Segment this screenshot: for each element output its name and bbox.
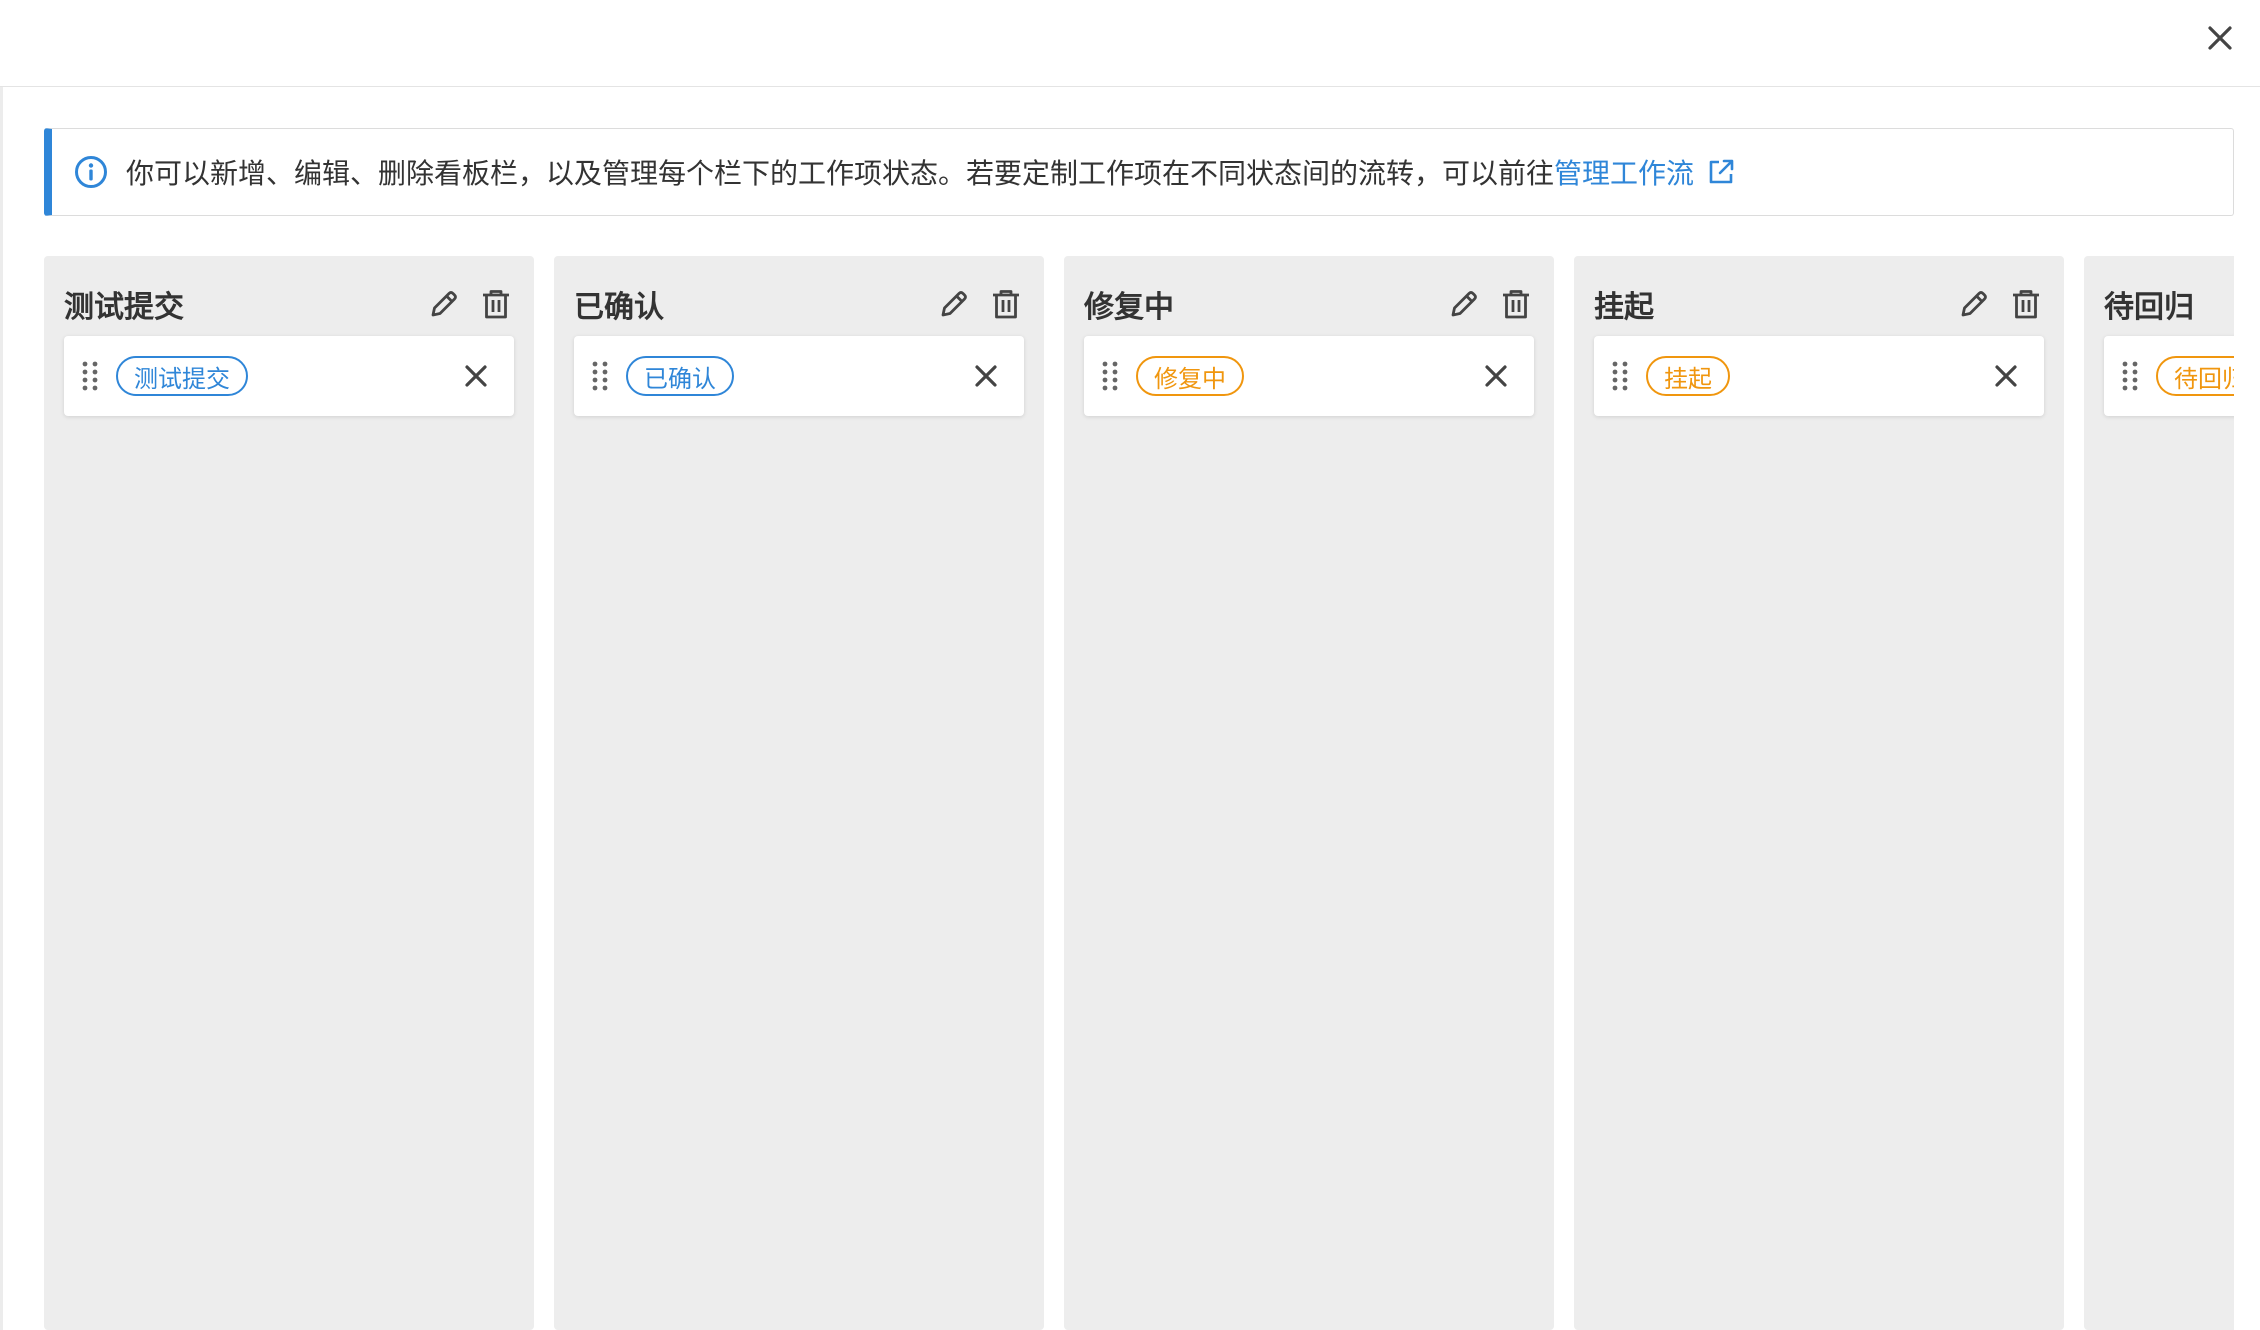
status-card[interactable]: 修复中 xyxy=(1084,336,1534,416)
dialog-header xyxy=(0,0,2260,87)
kanban-board: 测试提交 测试提交 已确认 已确认 修复中 修复中 挂起 挂起 待回归 待回 xyxy=(44,256,2234,1330)
dialog-left-edge xyxy=(0,87,3,1330)
board-column: 待回归 待回归 xyxy=(2084,256,2234,1330)
status-tag: 测试提交 xyxy=(116,356,248,396)
trash-icon[interactable] xyxy=(2008,286,2044,322)
drag-handle-icon[interactable] xyxy=(590,360,610,392)
column-header: 已确认 xyxy=(574,276,1024,332)
status-tag: 挂起 xyxy=(1646,356,1730,396)
close-icon[interactable] xyxy=(968,358,1004,394)
close-icon[interactable] xyxy=(1478,358,1514,394)
column-header: 修复中 xyxy=(1084,276,1534,332)
trash-icon[interactable] xyxy=(1498,286,1534,322)
info-notice: 你可以新增、编辑、删除看板栏，以及管理每个栏下的工作项状态。若要定制工作项在不同… xyxy=(44,128,2234,216)
drag-handle-icon[interactable] xyxy=(1100,360,1120,392)
status-tag: 待回归 xyxy=(2156,356,2234,396)
close-icon xyxy=(2208,26,2232,50)
info-icon xyxy=(75,156,107,188)
status-tag: 已确认 xyxy=(626,356,734,396)
status-tag: 修复中 xyxy=(1136,356,1244,396)
column-title: 已确认 xyxy=(574,290,664,325)
column-header: 待回归 xyxy=(2104,276,2234,332)
status-card[interactable]: 已确认 xyxy=(574,336,1024,416)
column-header: 测试提交 xyxy=(64,276,514,332)
pencil-icon[interactable] xyxy=(936,286,972,322)
status-card[interactable]: 待回归 xyxy=(2104,336,2234,416)
board-settings-dialog: 你可以新增、编辑、删除看板栏，以及管理每个栏下的工作项状态。若要定制工作项在不同… xyxy=(0,0,2260,1330)
column-title: 待回归 xyxy=(2104,290,2194,325)
external-link-icon[interactable] xyxy=(1706,157,1736,187)
close-icon[interactable] xyxy=(1988,358,2024,394)
drag-handle-icon[interactable] xyxy=(80,360,100,392)
drag-handle-icon[interactable] xyxy=(2120,360,2140,392)
status-card[interactable]: 测试提交 xyxy=(64,336,514,416)
trash-icon[interactable] xyxy=(988,286,1024,322)
column-title: 测试提交 xyxy=(64,290,184,325)
board-column: 测试提交 测试提交 xyxy=(44,256,534,1330)
column-header: 挂起 xyxy=(1594,276,2044,332)
trash-icon[interactable] xyxy=(478,286,514,322)
pencil-icon[interactable] xyxy=(426,286,462,322)
manage-workflow-link[interactable]: 管理工作流 xyxy=(1554,152,1694,192)
pencil-icon[interactable] xyxy=(1446,286,1482,322)
pencil-icon[interactable] xyxy=(1956,286,1992,322)
board-column: 挂起 挂起 xyxy=(1574,256,2064,1330)
board-column: 修复中 修复中 xyxy=(1064,256,1554,1330)
board-column: 已确认 已确认 xyxy=(554,256,1044,1330)
close-icon[interactable] xyxy=(458,358,494,394)
status-card[interactable]: 挂起 xyxy=(1594,336,2044,416)
notice-text: 你可以新增、编辑、删除看板栏，以及管理每个栏下的工作项状态。若要定制工作项在不同… xyxy=(126,157,1555,190)
column-title: 挂起 xyxy=(1594,290,1654,325)
drag-handle-icon[interactable] xyxy=(1610,360,1630,392)
column-title: 修复中 xyxy=(1084,290,1174,325)
close-button[interactable] xyxy=(2196,14,2244,62)
